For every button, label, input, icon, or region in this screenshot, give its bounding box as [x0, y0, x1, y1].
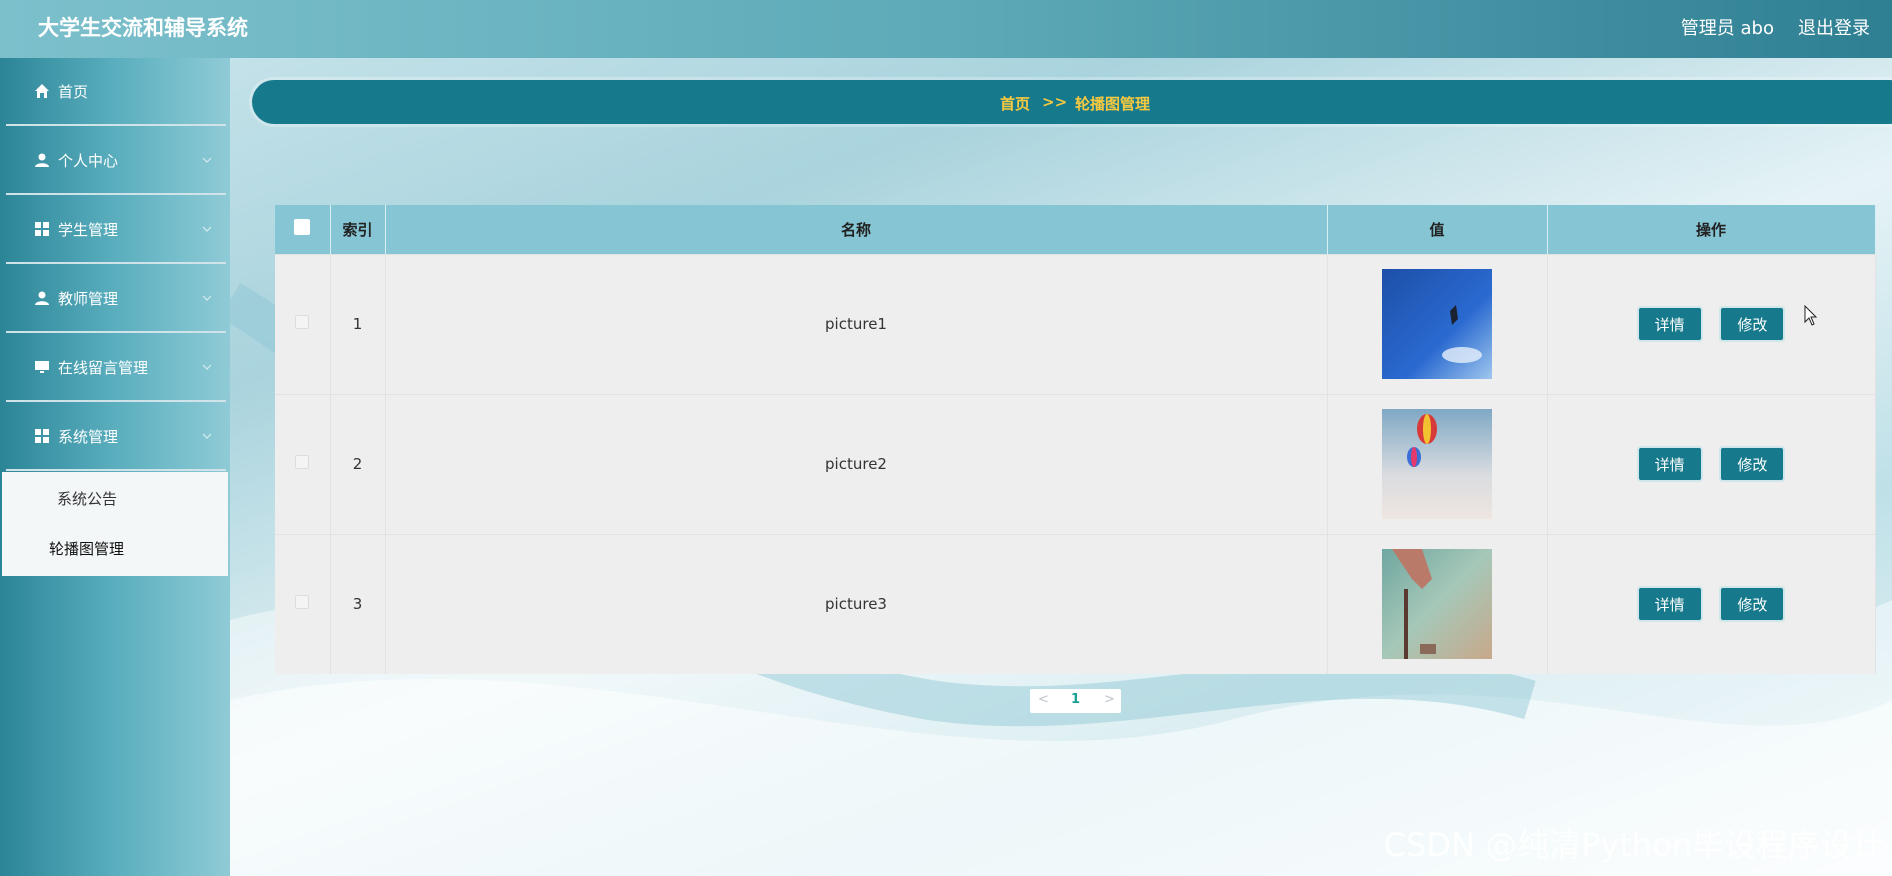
- prev-page-button[interactable]: <: [1038, 692, 1049, 707]
- row-index: 3: [330, 534, 386, 674]
- table-row: 2 picture2 详情 修改: [275, 394, 1876, 534]
- chevron-down-icon: [202, 364, 212, 370]
- sidebar-item-home[interactable]: 首页: [6, 58, 226, 126]
- user-icon: [35, 291, 49, 305]
- row-index: 2: [330, 394, 386, 534]
- row-name: picture3: [385, 534, 1328, 674]
- home-icon: [35, 84, 49, 98]
- sidebar-item-teacher-management[interactable]: 教师管理: [6, 265, 226, 333]
- header-checkbox-cell: [275, 205, 331, 254]
- table-row: 1 picture1 详情 修改: [275, 254, 1876, 394]
- top-bar: 大学生交流和辅导系统 管理员 abo 退出登录: [0, 0, 1892, 58]
- header-value: 值: [1327, 205, 1548, 254]
- breadcrumb-current: 轮播图管理: [1075, 95, 1151, 113]
- watermark: CSDN @纯清Python毕设程序设计: [1383, 826, 1884, 864]
- hot-air-balloon-image: [1382, 409, 1492, 519]
- row-name: picture2: [385, 394, 1328, 534]
- sidebar-item-personal-center[interactable]: 个人中心: [6, 127, 226, 195]
- system-submenu: 系统公告 轮播图管理: [2, 472, 228, 576]
- monitor-icon: [35, 361, 49, 373]
- edit-button[interactable]: 修改: [1719, 586, 1786, 623]
- header-name: 名称: [385, 205, 1328, 254]
- next-page-button[interactable]: >: [1104, 692, 1115, 707]
- submenu-item-carousel[interactable]: 轮播图管理: [49, 538, 124, 559]
- chevron-down-icon: [202, 433, 212, 439]
- row-name: picture1: [385, 254, 1328, 394]
- edit-button[interactable]: 修改: [1719, 306, 1786, 342]
- sidebar-item-student-management[interactable]: 学生管理: [6, 196, 226, 264]
- header-index: 索引: [330, 205, 386, 254]
- carousel-table: 索引 名称 值 操作 1 picture1 详情 修改 2 picture2 详…: [275, 205, 1876, 674]
- detail-button[interactable]: 详情: [1636, 306, 1703, 342]
- app-title: 大学生交流和辅导系统: [38, 16, 248, 40]
- chevron-down-icon: [202, 226, 212, 232]
- pagination: < 1 >: [1030, 689, 1121, 713]
- chevron-down-icon: [202, 295, 212, 301]
- sky-blue-image: [1382, 269, 1492, 379]
- sidebar-item-label: 教师管理: [58, 290, 119, 308]
- grid-icon: [35, 429, 49, 443]
- mouse-cursor-icon: [1804, 305, 1818, 326]
- header-actions: 操作: [1547, 205, 1876, 254]
- detail-button[interactable]: 详情: [1636, 586, 1703, 623]
- beach-hand-image: [1382, 549, 1492, 660]
- page-number-button[interactable]: 1: [1071, 692, 1080, 707]
- table-row: 3 picture3 详情 修改: [275, 534, 1876, 674]
- sidebar-item-system-management[interactable]: 系统管理: [6, 403, 226, 471]
- breadcrumb-separator: >>: [1042, 93, 1068, 111]
- row-checkbox[interactable]: [295, 595, 310, 610]
- grid-icon: [35, 222, 49, 236]
- sidebar-item-label: 系统管理: [58, 428, 119, 446]
- edit-button[interactable]: 修改: [1719, 446, 1786, 482]
- current-user-label: 管理员 abo: [1680, 18, 1774, 39]
- row-checkbox[interactable]: [295, 455, 310, 469]
- submenu-item-announcement[interactable]: 系统公告: [57, 488, 117, 509]
- logout-link[interactable]: 退出登录: [1798, 14, 1870, 40]
- row-index: 1: [330, 254, 386, 394]
- sidebar-item-label: 学生管理: [58, 221, 119, 239]
- breadcrumb: 首页 >> 轮播图管理: [252, 80, 1892, 124]
- breadcrumb-home[interactable]: 首页: [1000, 93, 1030, 114]
- chevron-down-icon: [202, 157, 212, 163]
- row-checkbox[interactable]: [295, 315, 310, 329]
- detail-button[interactable]: 详情: [1636, 446, 1703, 482]
- sidebar-item-label: 首页: [58, 83, 89, 101]
- sidebar-item-message-management[interactable]: 在线留言管理: [6, 334, 226, 402]
- table-header-row: 索引 名称 值 操作: [275, 205, 1876, 254]
- sidebar-item-label: 个人中心: [58, 152, 119, 170]
- select-all-checkbox[interactable]: [294, 219, 311, 236]
- user-icon: [35, 153, 49, 167]
- sidebar-item-label: 在线留言管理: [58, 359, 149, 377]
- sidebar: 首页 个人中心 学生管理 教师管理 在线留言管理 系统管理 系统公告 轮播图管理: [0, 58, 230, 876]
